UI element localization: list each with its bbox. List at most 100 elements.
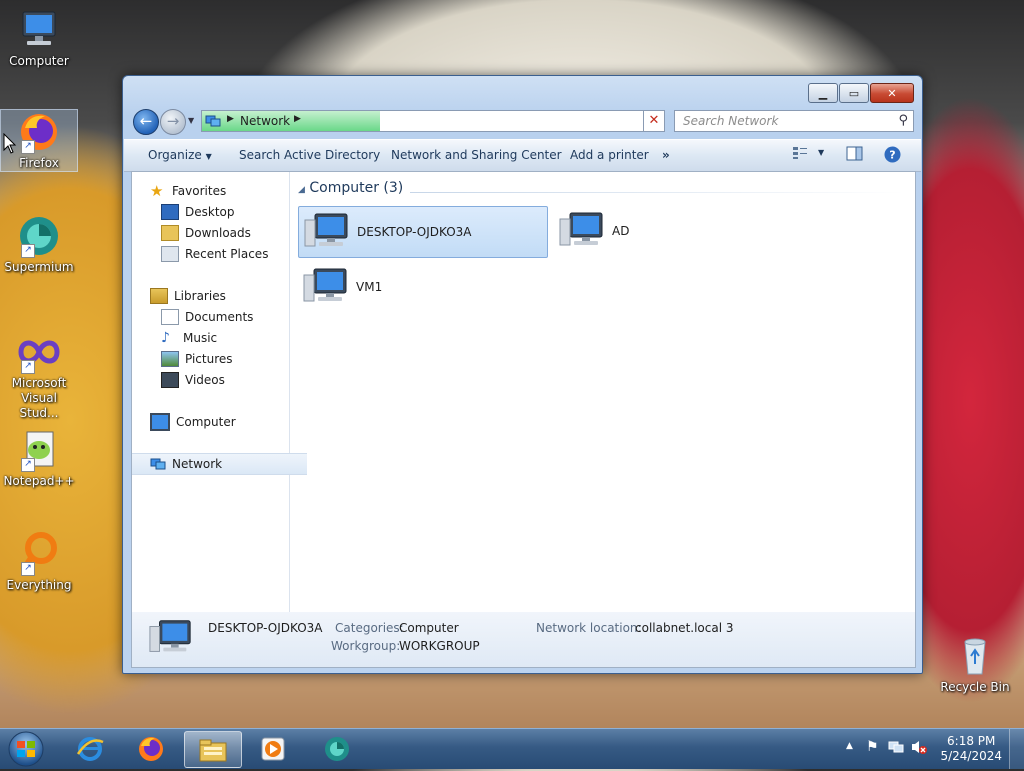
network-computer-item[interactable]: VM1 <box>298 262 546 312</box>
clock-date: 5/24/2024 <box>940 749 1002 763</box>
desktop-icon-label: Notepad++ <box>3 474 75 488</box>
nav-label: Libraries <box>174 289 226 303</box>
details-workgroup-label: Workgroup: <box>331 639 401 653</box>
address-bar[interactable]: ▶ Network ▶ ▼ <box>201 110 665 132</box>
shortcut-arrow-icon: ↗ <box>21 360 35 374</box>
desktop-icon-label: Computer <box>9 54 69 68</box>
help-button[interactable]: ? <box>884 146 901 166</box>
organize-label: Organize <box>148 148 202 162</box>
network-sharing-center-button[interactable]: Network and Sharing Center <box>391 148 562 162</box>
recent-places-icon <box>161 246 179 262</box>
clock[interactable]: 6:18 PM 5/24/2024 <box>940 734 1002 764</box>
firefox-icon: ↗ <box>15 110 63 154</box>
nav-network[interactable]: Network <box>132 453 307 475</box>
content-area: ★ Favorites Desktop Downloads Recent Pla… <box>131 171 916 613</box>
everything-icon: ↗ <box>15 532 63 576</box>
search-box[interactable]: Search Network ⚲ <box>674 110 914 132</box>
windows-explorer-icon <box>199 739 227 761</box>
details-categories-label: Categories: <box>335 621 404 635</box>
recycle-bin-icon <box>951 634 999 678</box>
more-commands-button[interactable]: » <box>662 148 670 162</box>
close-button[interactable]: ✕ <box>870 83 914 103</box>
search-active-directory-button[interactable]: Search Active Directory <box>239 148 380 162</box>
collapse-group-icon: ◢ <box>298 185 305 195</box>
view-icon <box>793 147 807 159</box>
computer-icon <box>148 618 194 661</box>
recent-pages-dropdown[interactable]: ▼ <box>188 116 194 125</box>
mouse-cursor-icon <box>3 133 17 154</box>
forward-button[interactable]: → <box>160 109 186 135</box>
minimize-button[interactable]: ▁ <box>808 83 838 103</box>
computer-icon <box>150 413 170 431</box>
system-tray: ▲ ⚑ 6:18 PM 5/24/2024 <box>834 729 1024 769</box>
supermium-icon <box>325 736 349 761</box>
item-name: AD <box>612 224 630 238</box>
file-list: ◢ Computer (3) DESKTOP-OJDKO3A AD VM1 <box>290 172 915 612</box>
nav-computer[interactable]: Computer <box>132 412 307 432</box>
shortcut-arrow-icon: ↗ <box>21 244 35 258</box>
network-computer-item[interactable]: AD <box>554 206 802 256</box>
details-workgroup-value: WORKGROUP <box>399 639 480 653</box>
taskbar-internet-explorer[interactable] <box>62 731 118 766</box>
desktop-icon-supermium[interactable]: ↗ Supermium <box>1 214 77 275</box>
libraries-icon <box>150 288 168 304</box>
network-computer-item[interactable]: DESKTOP-OJDKO3A <box>298 206 548 258</box>
taskbar-media-player[interactable] <box>245 731 301 766</box>
taskbar-supermium[interactable] <box>309 731 365 766</box>
search-placeholder: Search Network <box>683 114 779 128</box>
chevron-down-icon: ▼ <box>205 152 212 161</box>
details-item-name: DESKTOP-OJDKO3A <box>208 621 323 635</box>
details-network-location-label: Network location: <box>536 621 642 635</box>
start-button[interactable] <box>4 730 48 768</box>
nav-label: Music <box>183 331 218 345</box>
shortcut-arrow-icon: ↗ <box>21 562 35 576</box>
preview-pane-button[interactable] <box>846 146 863 164</box>
details-categories-value: Computer <box>399 621 459 635</box>
action-center-flag-icon[interactable]: ⚑ <box>866 739 879 755</box>
search-icon[interactable]: ⚲ <box>898 113 908 128</box>
desktop-folder-icon <box>161 204 179 220</box>
nav-libraries[interactable]: Libraries <box>132 286 307 306</box>
desktop-icon-notepadpp[interactable]: ↗ Notepad++ <box>1 428 77 489</box>
breadcrumb-arrow-icon[interactable]: ▶ <box>227 114 234 124</box>
shortcut-arrow-icon: ↗ <box>21 458 35 472</box>
computer-icon <box>303 212 351 252</box>
desktop-icon-recycle-bin[interactable]: Recycle Bin <box>937 634 1013 695</box>
computer-icon <box>558 211 606 251</box>
volume-muted-icon[interactable] <box>910 739 928 758</box>
breadcrumb-arrow-icon[interactable]: ▶ <box>294 114 301 124</box>
network-icon <box>205 115 221 127</box>
nav-label: Downloads <box>185 226 251 240</box>
desktop-icon-label: Firefox <box>19 156 59 170</box>
view-dropdown-icon[interactable]: ▼ <box>818 148 824 157</box>
clock-time: 6:18 PM <box>947 734 996 748</box>
shortcut-arrow-icon: ↗ <box>21 140 35 154</box>
details-pane: DESKTOP-OJDKO3A Categories: Computer Wor… <box>131 612 916 668</box>
organize-button[interactable]: Organize ▼ <box>148 148 212 162</box>
breadcrumb-network[interactable]: Network <box>240 114 290 128</box>
network-icon <box>150 458 166 470</box>
nav-label: Videos <box>185 373 225 387</box>
change-view-button[interactable] <box>792 146 808 163</box>
nav-label: Network <box>172 457 223 471</box>
stop-loading-button[interactable]: ✕ <box>643 110 665 132</box>
show-desktop-button[interactable] <box>1009 729 1024 769</box>
taskbar-windows-explorer[interactable] <box>184 731 242 768</box>
desktop-icon-visual-studio[interactable]: ↗ Microsoft Visual Stud... <box>1 330 77 421</box>
command-bar: Organize ▼ Search Active Directory Netwo… <box>124 139 921 172</box>
supermium-icon: ↗ <box>15 214 63 258</box>
back-button[interactable]: ← <box>133 109 159 135</box>
show-hidden-icons-icon[interactable]: ▲ <box>846 741 853 751</box>
group-header[interactable]: ◢ Computer (3) <box>298 180 905 200</box>
navigation-bar: ← → ▼ ▶ Network ▶ ▼ ✕ Search Network ⚲ <box>131 107 914 135</box>
desktop-icon-label: Recycle Bin <box>940 680 1010 694</box>
network-status-icon[interactable] <box>888 739 904 758</box>
desktop-icon-computer[interactable]: Computer <box>1 8 77 69</box>
taskbar-firefox[interactable] <box>123 731 179 766</box>
maximize-button[interactable]: ▭ <box>839 83 869 103</box>
group-divider <box>410 192 905 193</box>
nav-favorites[interactable]: ★ Favorites <box>132 181 307 201</box>
pictures-icon <box>161 351 179 367</box>
add-printer-button[interactable]: Add a printer <box>570 148 649 162</box>
desktop-icon-everything[interactable]: ↗ Everything <box>1 532 77 593</box>
